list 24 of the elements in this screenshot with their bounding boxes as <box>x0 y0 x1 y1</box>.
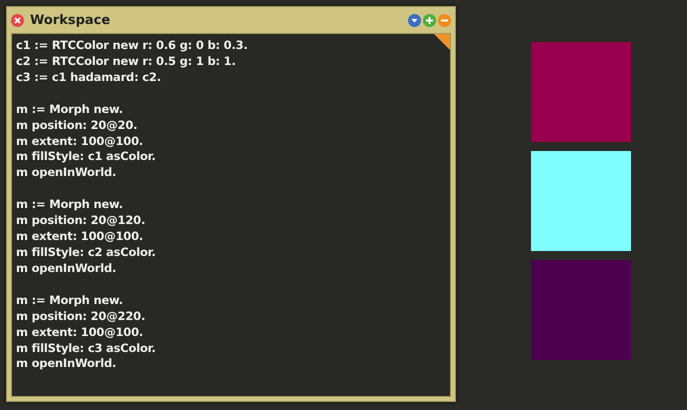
code-line: m openInWorld. <box>16 356 116 372</box>
minus-icon[interactable] <box>438 14 451 26</box>
code-line: m position: 20@120. <box>16 213 146 230</box>
code-line: c1 := RTCColor new r: 0.6 g: 0 b: 0.3. <box>16 38 248 54</box>
window-title: Workspace <box>30 12 112 28</box>
code-line: m := Morph new. <box>16 197 123 214</box>
code-line: m openInWorld. <box>16 260 116 277</box>
code-line: m openInWorld. <box>16 165 116 182</box>
dropdown-icon[interactable] <box>408 14 421 26</box>
code-line: c2 := RTCColor new r: 0.5 g: 1 b: 1. <box>16 54 236 70</box>
code-line: m fillStyle: c2 asColor. <box>16 244 156 261</box>
code-line: m fillStyle: c3 asColor. <box>16 340 156 356</box>
code-line: m extent: 100@100. <box>16 134 144 150</box>
corner-icon <box>434 34 450 50</box>
code-line: m extent: 100@100. <box>16 324 144 340</box>
code-line: c3 := c1 hadamard: c2. <box>16 70 161 86</box>
code-line: m extent: 100@100. <box>16 229 144 245</box>
plus-icon[interactable] <box>423 14 436 26</box>
code-line: m fillStyle: c1 asColor. <box>16 149 156 166</box>
code-line: m position: 20@20. <box>16 118 138 134</box>
code-line: m := Morph new. <box>16 292 123 309</box>
code-line: m := Morph new. <box>16 102 123 118</box>
close-icon[interactable] <box>11 14 24 26</box>
code-line: m position: 20@220. <box>16 308 146 325</box>
